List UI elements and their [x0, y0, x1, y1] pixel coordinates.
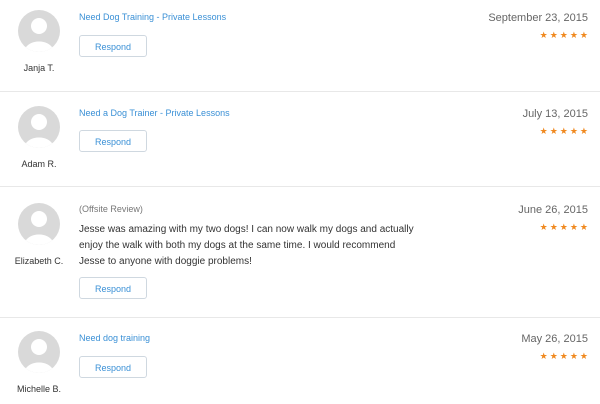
star-rating: ★★★★★ [540, 126, 590, 137]
respond-button[interactable]: Respond [79, 356, 147, 378]
review-date: May 26, 2015 [521, 333, 588, 345]
star-icon: ★ [549, 222, 560, 232]
review-text: Jesse was amazing with my two dogs! I ca… [79, 224, 414, 267]
reviewer-name: Janja T. [23, 63, 55, 73]
star-icon: ★ [549, 30, 560, 40]
avatar [18, 203, 60, 245]
job-title-link[interactable]: Need Dog Training - Private Lessons [79, 12, 226, 22]
star-icon: ★ [539, 126, 550, 136]
review-item: Adam R. Need a Dog Trainer - Private Les… [0, 92, 600, 187]
review-item: Michelle B. Need dog training Respond Ma… [0, 318, 600, 404]
user-silhouette-icon [24, 18, 54, 52]
star-icon: ★ [559, 351, 570, 361]
star-rating: ★★★★★ [540, 351, 590, 362]
review-date: June 26, 2015 [518, 204, 588, 216]
user-silhouette-icon [24, 211, 54, 245]
reviewer-name: Adam R. [21, 159, 57, 169]
review-date: July 13, 2015 [522, 108, 588, 120]
job-title-link[interactable]: Need dog training [79, 333, 150, 343]
star-icon: ★ [539, 222, 550, 232]
star-icon: ★ [549, 126, 560, 136]
star-icon: ★ [569, 126, 580, 136]
star-rating: ★★★★★ [540, 30, 590, 41]
review-item: Janja T. Need Dog Training - Private Les… [0, 0, 600, 92]
reviewer-name: Michelle B. [16, 384, 61, 394]
star-icon: ★ [579, 30, 590, 40]
review-date: September 23, 2015 [488, 12, 588, 24]
avatar [18, 10, 60, 52]
star-icon: ★ [559, 222, 570, 232]
job-title-link[interactable]: Need a Dog Trainer - Private Lessons [79, 108, 230, 118]
star-icon: ★ [579, 351, 590, 361]
avatar [18, 106, 60, 148]
star-icon: ★ [569, 30, 580, 40]
star-icon: ★ [539, 351, 550, 361]
star-icon: ★ [559, 30, 570, 40]
avatar [18, 331, 60, 373]
user-silhouette-icon [24, 114, 54, 148]
respond-button[interactable]: Respond [79, 130, 147, 152]
star-icon: ★ [539, 30, 550, 40]
star-icon: ★ [549, 351, 560, 361]
star-icon: ★ [559, 126, 570, 136]
offsite-review-label: (Offsite Review) [79, 204, 143, 214]
star-icon: ★ [569, 351, 580, 361]
respond-button[interactable]: Respond [79, 35, 147, 57]
respond-button[interactable]: Respond [79, 277, 147, 299]
star-icon: ★ [579, 126, 590, 136]
star-icon: ★ [579, 222, 590, 232]
user-silhouette-icon [24, 339, 54, 373]
review-item: Elizabeth C. (Offsite Review) Jesse was … [0, 187, 600, 318]
reviewer-name: Elizabeth C. [14, 256, 64, 266]
star-rating: ★★★★★ [540, 222, 590, 233]
star-icon: ★ [569, 222, 580, 232]
